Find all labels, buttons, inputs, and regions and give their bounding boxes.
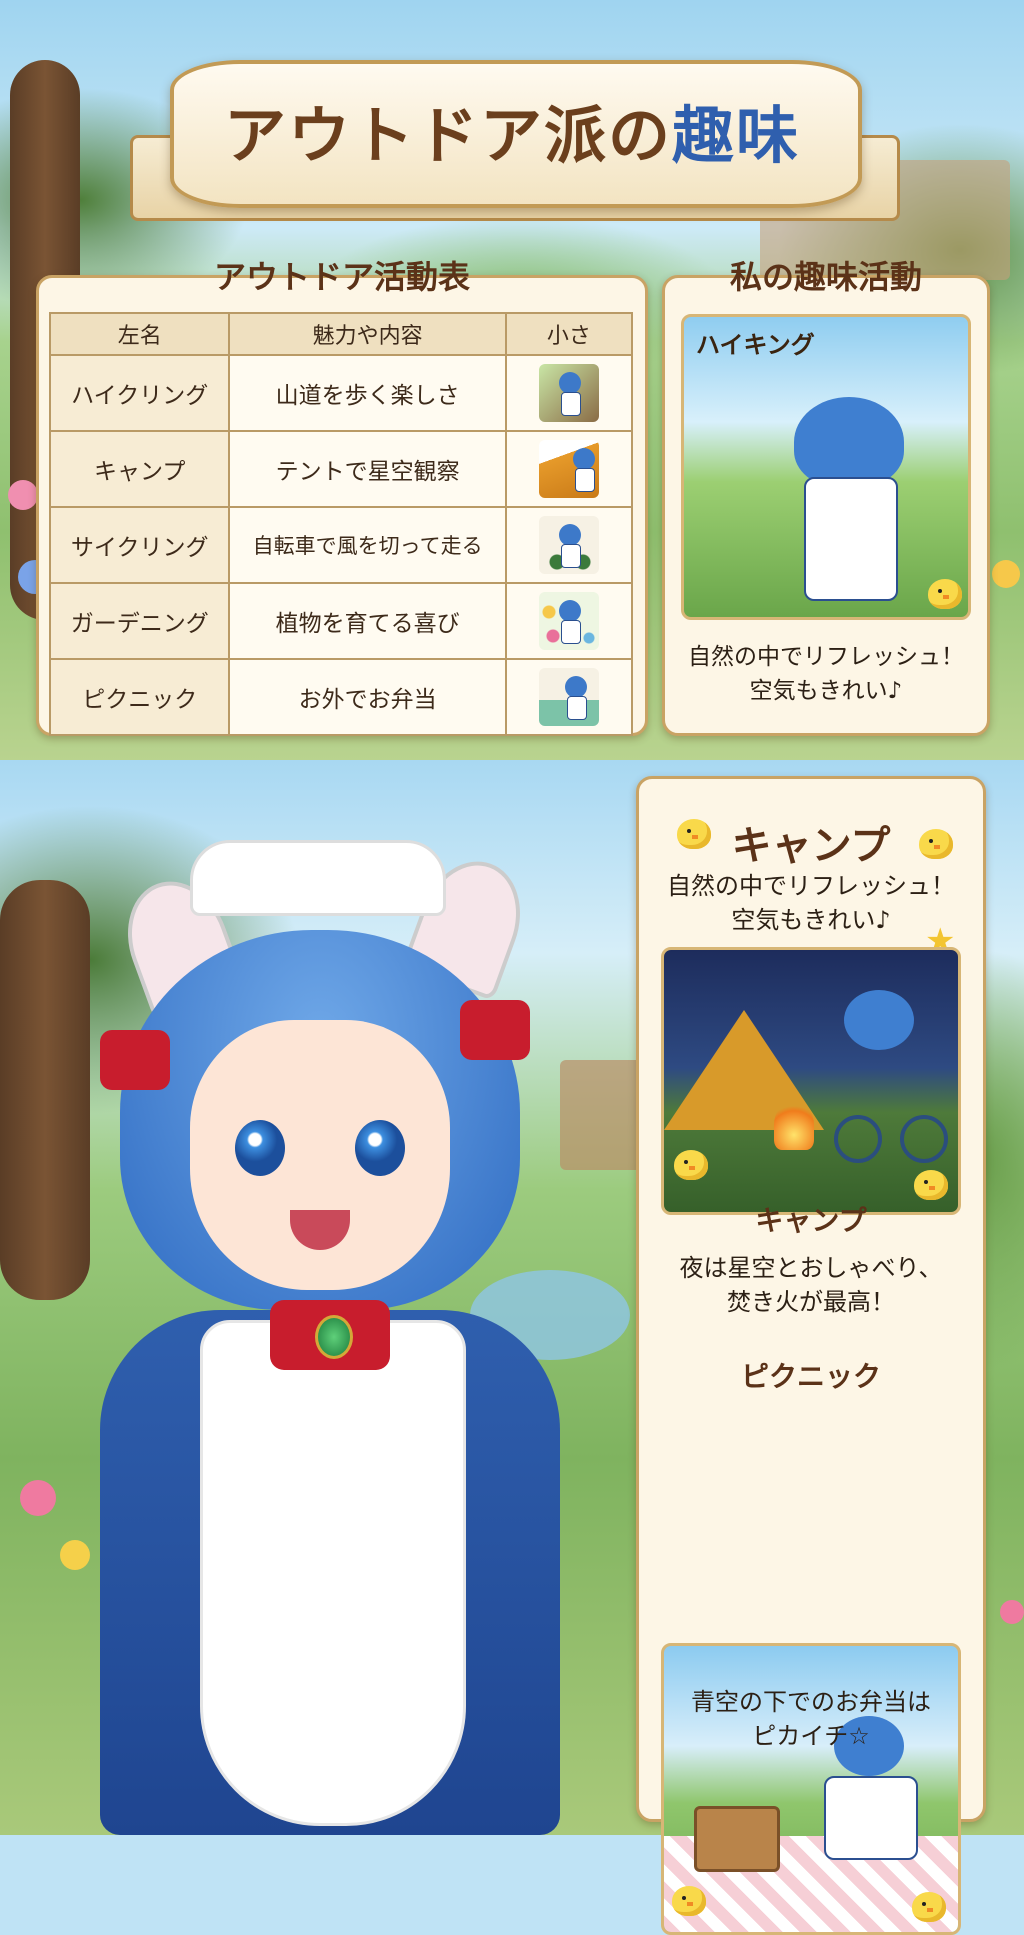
- picnic-icon: [538, 668, 599, 726]
- character-head: [844, 990, 914, 1050]
- flower-icon: [538, 592, 599, 650]
- row-desc: お外でお弁当: [228, 658, 507, 736]
- page-title: アウトドア派の 趣味: [170, 60, 854, 200]
- camp-intro-line: 自然の中でリフレッシュ！: [667, 872, 955, 900]
- campfire-icon: [774, 1100, 814, 1150]
- picnic-caption-line: 青空の下でのお弁当は: [691, 1688, 931, 1716]
- row-icon-cell: [504, 430, 634, 508]
- title-main: アウトドア派の: [223, 99, 672, 172]
- bicycle-wheel: [834, 1115, 882, 1163]
- tent-icon: [538, 440, 599, 498]
- table-row: ピクニック お外でお弁当: [48, 658, 634, 736]
- bicycle-wheel: [900, 1115, 948, 1163]
- table-header-row: 左名 魅力や内容 小さ: [48, 312, 634, 356]
- camp-caption: 夜は星空とおしゃべり、 焚き火が最高！: [639, 1251, 983, 1319]
- chick-icon: [674, 1150, 708, 1180]
- flower: [1000, 1600, 1024, 1624]
- hobby-caption: 自然の中でリフレッシュ！ 空気もきれい♪: [665, 640, 987, 708]
- maid-apron: [200, 1320, 466, 1826]
- row-desc: 自転車で風を切って走る: [228, 506, 507, 584]
- row-name: サイクリング: [48, 506, 231, 584]
- hobby-caption-line: 自然の中でリフレッシュ！: [688, 644, 964, 670]
- hobby-panel: 私の趣味活動 ハイキング 自然の中でリフレッシュ！ 空気もきれい♪: [662, 258, 990, 736]
- row-desc: 植物を育てる喜び: [228, 582, 507, 660]
- chick-icon: [928, 579, 962, 609]
- column-header-name: 左名: [48, 312, 231, 356]
- picnic-caption: 青空の下でのお弁当は ピカイチ☆: [639, 1685, 983, 1753]
- camp-heading: キャンプ: [731, 822, 891, 869]
- picnic-basket-icon: [694, 1806, 780, 1872]
- flower: [8, 480, 38, 510]
- hobby-panel-title: 私の趣味活動: [729, 258, 922, 296]
- table-row: キャンプ テントで星空観察: [48, 430, 634, 508]
- column-header-desc: 魅力や内容: [228, 312, 507, 356]
- hiking-scene: ハイキング: [681, 314, 971, 620]
- hair-bow-right: [460, 1000, 530, 1060]
- character-body: [804, 477, 898, 601]
- row-desc: 山道を歩く楽しさ: [228, 354, 507, 432]
- table-row: サイクリング 自転車で風を切って走る: [48, 506, 634, 584]
- maid-character: [40, 800, 680, 1835]
- picnic-scene-label: ピクニック: [740, 1360, 881, 1393]
- row-icon-cell: [504, 582, 634, 660]
- gem-brooch: [315, 1315, 353, 1359]
- activity-table-title: アウトドア活動表: [213, 258, 470, 296]
- activity-table-panel: アウトドア活動表 左名 魅力や内容 小さ ハイクリング 山道を歩く楽しさ キャン…: [36, 258, 648, 736]
- chick-icon: [912, 1892, 946, 1922]
- camp-caption-line: 夜は星空とおしゃべり、: [679, 1254, 943, 1282]
- maid-headband: [190, 840, 446, 916]
- character-body: [824, 1776, 918, 1860]
- activity-table: 左名 魅力や内容 小さ ハイクリング 山道を歩く楽しさ キャンプ テントで星空観…: [48, 312, 634, 736]
- row-name: ピクニック: [48, 658, 231, 736]
- camp-scene: [661, 947, 961, 1215]
- picnic-caption-line: ピカイチ☆: [752, 1722, 870, 1750]
- table-row: ハイクリング 山道を歩く楽しさ: [48, 354, 634, 432]
- row-name: ハイクリング: [48, 354, 231, 432]
- camp-caption-line: 焚き火が最高！: [727, 1288, 895, 1316]
- title-accent: 趣味: [672, 99, 801, 172]
- camp-scene-label: キャンプ: [755, 1204, 867, 1237]
- chick-icon: [914, 1170, 948, 1200]
- row-icon-cell: [504, 354, 634, 432]
- row-desc: テントで星空観察: [228, 430, 507, 508]
- eye-left: [235, 1120, 285, 1176]
- camp-picnic-panel: キャンプ 自然の中でリフレッシュ！ 空気もきれい♪ ★ キャンプ 夜は星空とおし…: [636, 776, 986, 1935]
- hair-bow-left: [100, 1030, 170, 1090]
- row-icon-cell: [504, 506, 634, 584]
- character-head: [794, 397, 904, 487]
- bicycle-icon: [538, 516, 599, 574]
- table-row: ガーデニング 植物を育てる喜び: [48, 582, 634, 660]
- eye-right: [355, 1120, 405, 1176]
- chick-icon: [672, 1886, 706, 1916]
- row-icon-cell: [504, 658, 634, 736]
- row-name: ガーデニング: [48, 582, 231, 660]
- flower: [992, 560, 1020, 588]
- row-name: キャンプ: [48, 430, 231, 508]
- hiking-scene-label: ハイキング: [696, 330, 815, 359]
- hiking-icon: [538, 364, 599, 422]
- hobby-caption-line: 空気もきれい♪: [749, 678, 903, 704]
- column-header-icon: 小さ: [504, 312, 634, 356]
